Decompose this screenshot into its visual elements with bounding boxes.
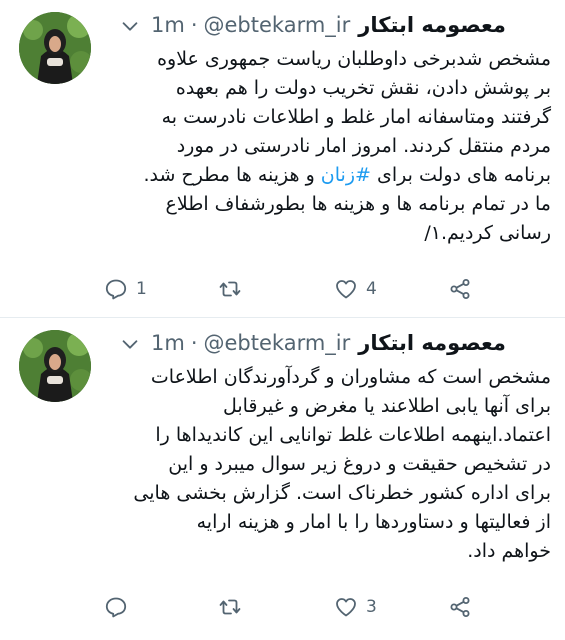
like-count: 3 <box>366 597 377 617</box>
tweet-time[interactable]: 1m <box>151 13 185 37</box>
retweet-button[interactable] <box>218 592 250 622</box>
reply-count: 1 <box>136 279 147 299</box>
tweet-text-line-with-hashtag: برنامه های دولت برای #زنان و هزینه ها مط… <box>106 161 551 190</box>
more-button[interactable] <box>115 11 145 41</box>
avatar[interactable] <box>19 12 91 84</box>
tweet-text-line: در تشخیص حقیقت و دروغ زیر سوال میبرد و ا… <box>168 453 551 475</box>
tweet-text-line: اعتماد.اینهمه اطلاعات غلط توانایی این کا… <box>155 424 551 446</box>
share-button[interactable] <box>448 592 472 622</box>
avatar-image <box>19 12 91 84</box>
tweet[interactable]: 1m · @ebtekarm_ir معصومه ابتکار مشخص شدب… <box>0 0 565 318</box>
tweet-meta: 1m · @ebtekarm_ir معصومه ابتکار <box>151 331 506 355</box>
tweet-text-fragment: و هزینه ها مطرح شد. <box>143 164 315 186</box>
tweet[interactable]: 1m · @ebtekarm_ir معصومه ابتکار مشخص است… <box>0 318 565 640</box>
share-icon <box>450 597 470 617</box>
author-name[interactable]: معصومه ابتکار <box>358 13 506 37</box>
tweet-text-fragment: برنامه های دولت برای <box>370 164 551 186</box>
tweet-meta: 1m · @ebtekarm_ir معصومه ابتکار <box>151 13 506 37</box>
chevron-down-icon <box>122 340 138 349</box>
tweet-text: مشخص شدبرخی داوطلبان ریاست جمهوری علاوه … <box>106 45 551 248</box>
tweet-actions: 1 4 <box>104 274 484 304</box>
tweet-text-line: گرفتند ومتاسفانه امار غلط و اطلاعات نادر… <box>161 106 551 128</box>
tweet-header: 1m · @ebtekarm_ir معصومه ابتکار <box>115 329 555 359</box>
tweet-time[interactable]: 1m <box>151 331 185 355</box>
author-handle[interactable]: @ebtekarm_ir <box>204 331 351 355</box>
reply-icon <box>105 597 127 618</box>
tweet-text-line: خواهم داد. <box>467 540 551 562</box>
more-button[interactable] <box>115 329 145 359</box>
like-button[interactable]: 4 <box>334 274 377 304</box>
tweet-header: 1m · @ebtekarm_ir معصومه ابتکار <box>115 11 555 41</box>
share-button[interactable] <box>448 274 472 304</box>
tweet-text-line: رسانی کردیم.۱/ <box>424 222 551 244</box>
heart-icon <box>336 598 356 617</box>
meta-separator: · <box>190 13 198 37</box>
tweet-text-line: از فعالیتها و دستاوردها را با امار و هزی… <box>196 511 551 533</box>
retweet-icon <box>219 281 241 297</box>
tweet-text-line: مشخص شدبرخی داوطلبان ریاست جمهوری علاوه <box>157 48 551 70</box>
author-name[interactable]: معصومه ابتکار <box>358 331 506 355</box>
tweet-text-line: مردم منتقل کردند. امروز امار نادرستی در … <box>176 135 551 157</box>
retweet-button[interactable] <box>218 274 250 304</box>
avatar[interactable] <box>19 330 91 402</box>
retweet-icon <box>219 599 241 615</box>
share-icon <box>450 279 470 299</box>
heart-icon <box>336 280 356 299</box>
hashtag-link[interactable]: #زنان <box>321 164 371 186</box>
chevron-down-icon <box>122 22 138 31</box>
meta-separator: · <box>190 331 198 355</box>
tweet-text-line: ما در تمام برنامه ها و هزینه ها بطورشفاف… <box>165 193 551 215</box>
tweet-text-line: برای آنها یابی اطلاعند یا مغرض و غیرقابل <box>222 395 551 417</box>
tweet-text-line: برای اداره کشور خطرناک است. گزارش بخشی ه… <box>133 482 551 504</box>
author-handle[interactable]: @ebtekarm_ir <box>204 13 351 37</box>
like-count: 4 <box>366 279 377 299</box>
reply-button[interactable] <box>104 592 136 622</box>
avatar-image <box>19 330 91 402</box>
tweet-actions: 3 <box>104 592 484 622</box>
reply-icon <box>105 279 127 300</box>
reply-button[interactable]: 1 <box>104 274 147 304</box>
tweet-text-line: بر پوشش دادن، نقش تخریب دولت را هم بعهده <box>175 77 551 99</box>
tweet-text: مشخص است که مشاوران و گردآورندگان اطلاعا… <box>106 363 551 566</box>
tweet-text-line: مشخص است که مشاوران و گردآورندگان اطلاعا… <box>150 366 551 388</box>
like-button[interactable]: 3 <box>334 592 377 622</box>
